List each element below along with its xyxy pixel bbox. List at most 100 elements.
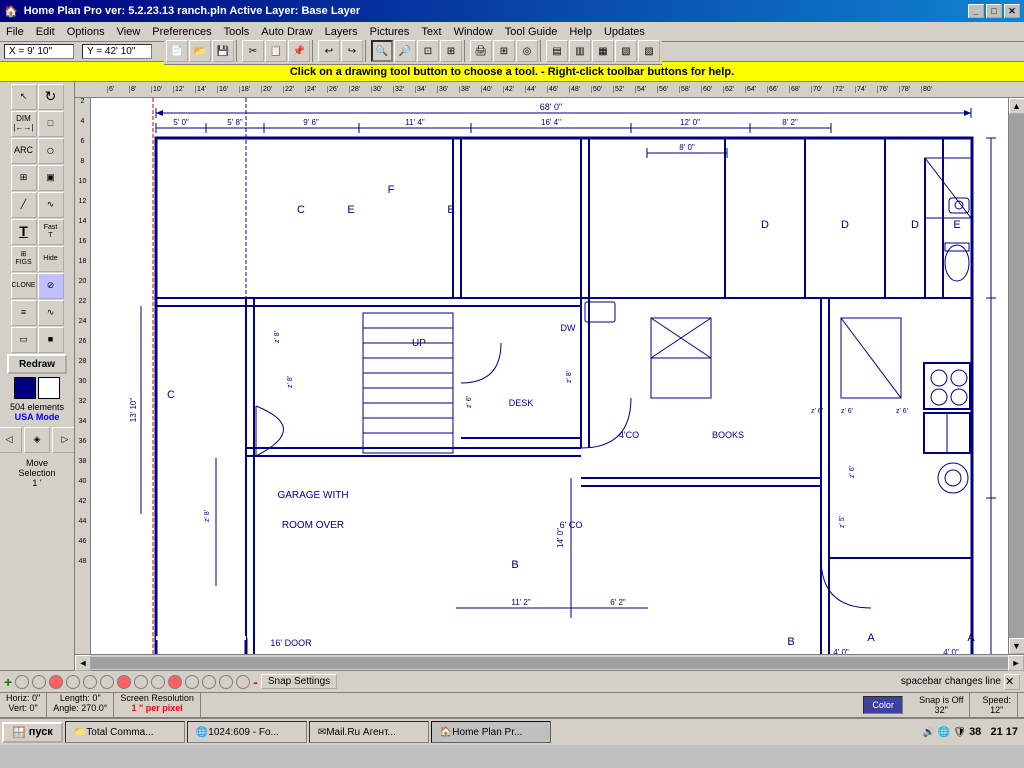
scroll-track[interactable]	[1009, 114, 1024, 638]
snap-button[interactable]: ◎	[516, 40, 538, 62]
save-button[interactable]: 💾	[212, 40, 234, 62]
box-tool[interactable]: ▭	[11, 327, 37, 353]
menu-item-options[interactable]: Options	[61, 24, 111, 40]
snap-dot-9[interactable]	[151, 675, 165, 689]
bottom-scrollbar[interactable]: ◄ ►	[75, 654, 1024, 670]
snap-dot-13[interactable]	[219, 675, 233, 689]
door-tool[interactable]: ▣	[38, 165, 64, 191]
snap-dot-11[interactable]	[185, 675, 199, 689]
scroll-down-button[interactable]: ▼	[1009, 638, 1024, 654]
fasttext-tool[interactable]: FastT	[38, 219, 64, 245]
zoom-select-button[interactable]: ⊞	[440, 40, 462, 62]
copy-button[interactable]: 📋	[265, 40, 287, 62]
wave-tool[interactable]: ∿	[38, 300, 64, 326]
snap-close-button[interactable]: ✕	[1004, 674, 1020, 690]
taskbar-item-3[interactable]: ✉ Mail.Ru Агент...	[309, 721, 429, 743]
snap-dot-14[interactable]	[236, 675, 250, 689]
menu-item-pictures[interactable]: Pictures	[364, 24, 416, 40]
menu-item-window[interactable]: Window	[448, 24, 499, 40]
line-tool[interactable]: ╱	[11, 192, 37, 218]
rotate-tool[interactable]: ↻	[38, 84, 64, 110]
menu-item-file[interactable]: File	[0, 24, 30, 40]
start-button[interactable]: 🪟 пуск	[2, 722, 63, 743]
tb-extra5[interactable]: ▨	[638, 40, 660, 62]
zoom-fit-button[interactable]: ⊡	[417, 40, 439, 62]
snap-dot-1[interactable]	[15, 675, 29, 689]
snap-add-button[interactable]: +	[4, 674, 12, 690]
paste-button[interactable]: 📌	[288, 40, 310, 62]
cut-button[interactable]: ✂	[242, 40, 264, 62]
dim-tool[interactable]: DIM|←→|	[11, 111, 37, 137]
text-tool[interactable]: T	[11, 219, 37, 245]
menu-item-edit[interactable]: Edit	[30, 24, 61, 40]
tb-extra4[interactable]: ▧	[615, 40, 637, 62]
scroll-right-button[interactable]: ►	[1008, 655, 1024, 671]
print-button[interactable]: 🖨	[470, 40, 492, 62]
close-button[interactable]: ✕	[1004, 4, 1020, 18]
scroll-up-button[interactable]: ▲	[1009, 98, 1024, 114]
taskbar-item-4[interactable]: 🏠 Home Plan Pr...	[431, 721, 551, 743]
per-pixel-val: 1 " per pixel	[131, 703, 182, 713]
move-left[interactable]: ◁	[0, 427, 22, 453]
zoom-in-button[interactable]: 🔍	[371, 40, 393, 62]
paint-tool[interactable]: ≡	[11, 300, 37, 326]
menu-item-tools[interactable]: Tools	[218, 24, 256, 40]
grid-button[interactable]: ⊞	[493, 40, 515, 62]
maximize-button[interactable]: □	[986, 4, 1002, 18]
open-button[interactable]: 📂	[189, 40, 211, 62]
snap-settings-button[interactable]: Snap Settings	[261, 674, 337, 689]
snap-dot-3[interactable]	[49, 675, 63, 689]
menu-item-updates[interactable]: Updates	[598, 24, 651, 40]
clone-tool[interactable]: CLONE	[11, 273, 37, 299]
right-scrollbar[interactable]: ▲ ▼	[1008, 98, 1024, 654]
solid-rect-tool[interactable]: ■	[38, 327, 64, 353]
taskbar-item-2[interactable]: 🌐 1024:609 - Fo...	[187, 721, 307, 743]
menu-item-auto-draw[interactable]: Auto Draw	[255, 24, 318, 40]
svg-text:D: D	[761, 219, 769, 231]
color-primary[interactable]	[14, 377, 36, 399]
snap-dot-6[interactable]	[100, 675, 114, 689]
snap-dot-8[interactable]	[134, 675, 148, 689]
undo-button[interactable]: ↩	[318, 40, 340, 62]
svg-text:B: B	[787, 636, 794, 648]
drawing-canvas[interactable]: 68' 0" 5' 0" 5' 8" 9' 6" 11' 4"	[91, 98, 1008, 654]
figs-tool[interactable]: ⊞FIGS	[11, 246, 37, 272]
tb-extra2[interactable]: ▥	[569, 40, 591, 62]
curve-tool[interactable]: ∿	[38, 192, 64, 218]
tb-extra3[interactable]: ▦	[592, 40, 614, 62]
snap-dot-2[interactable]	[32, 675, 46, 689]
taskbar-item-1[interactable]: 📁 Total Comma...	[65, 721, 185, 743]
wall-tool[interactable]: ⊞	[11, 165, 37, 191]
hide-tool[interactable]: Hide	[38, 246, 64, 272]
snap-dot-4[interactable]	[66, 675, 80, 689]
menu-item-text[interactable]: Text	[415, 24, 447, 40]
menu-item-tool-guide[interactable]: Tool Guide	[499, 24, 564, 40]
menu-item-layers[interactable]: Layers	[319, 24, 364, 40]
menu-item-help[interactable]: Help	[563, 24, 598, 40]
snap-dot-12[interactable]	[202, 675, 216, 689]
snap-remove-button[interactable]: -	[253, 674, 258, 690]
h-scroll-track[interactable]	[91, 657, 1008, 669]
redo-button[interactable]: ↪	[341, 40, 363, 62]
select-tool[interactable]: ↖	[11, 84, 37, 110]
circle-tool[interactable]: ○	[38, 138, 64, 164]
tb-extra1[interactable]: ▤	[546, 40, 568, 62]
new-button[interactable]: 📄	[166, 40, 188, 62]
snap-dot-10[interactable]	[168, 675, 182, 689]
zoom-out-button[interactable]: 🔎	[394, 40, 416, 62]
svg-text:16' DOOR: 16' DOOR	[270, 638, 312, 648]
redraw-button[interactable]: Redraw	[7, 354, 67, 374]
color-swatch[interactable]: Color	[863, 696, 903, 714]
scroll-left-button[interactable]: ◄	[75, 655, 91, 671]
menu-item-preferences[interactable]: Preferences	[146, 24, 217, 40]
menu-item-view[interactable]: View	[111, 24, 147, 40]
snap-dot-5[interactable]	[83, 675, 97, 689]
snap-dot-7[interactable]	[117, 675, 131, 689]
arc-tool[interactable]: ARC	[11, 138, 37, 164]
move-center[interactable]: ◈	[24, 427, 50, 453]
move-right[interactable]: ▷	[52, 427, 75, 453]
eraser-tool[interactable]: ⊘	[38, 273, 64, 299]
color-secondary[interactable]	[38, 377, 60, 399]
rect-tool[interactable]: □	[38, 111, 64, 137]
minimize-button[interactable]: _	[968, 4, 984, 18]
